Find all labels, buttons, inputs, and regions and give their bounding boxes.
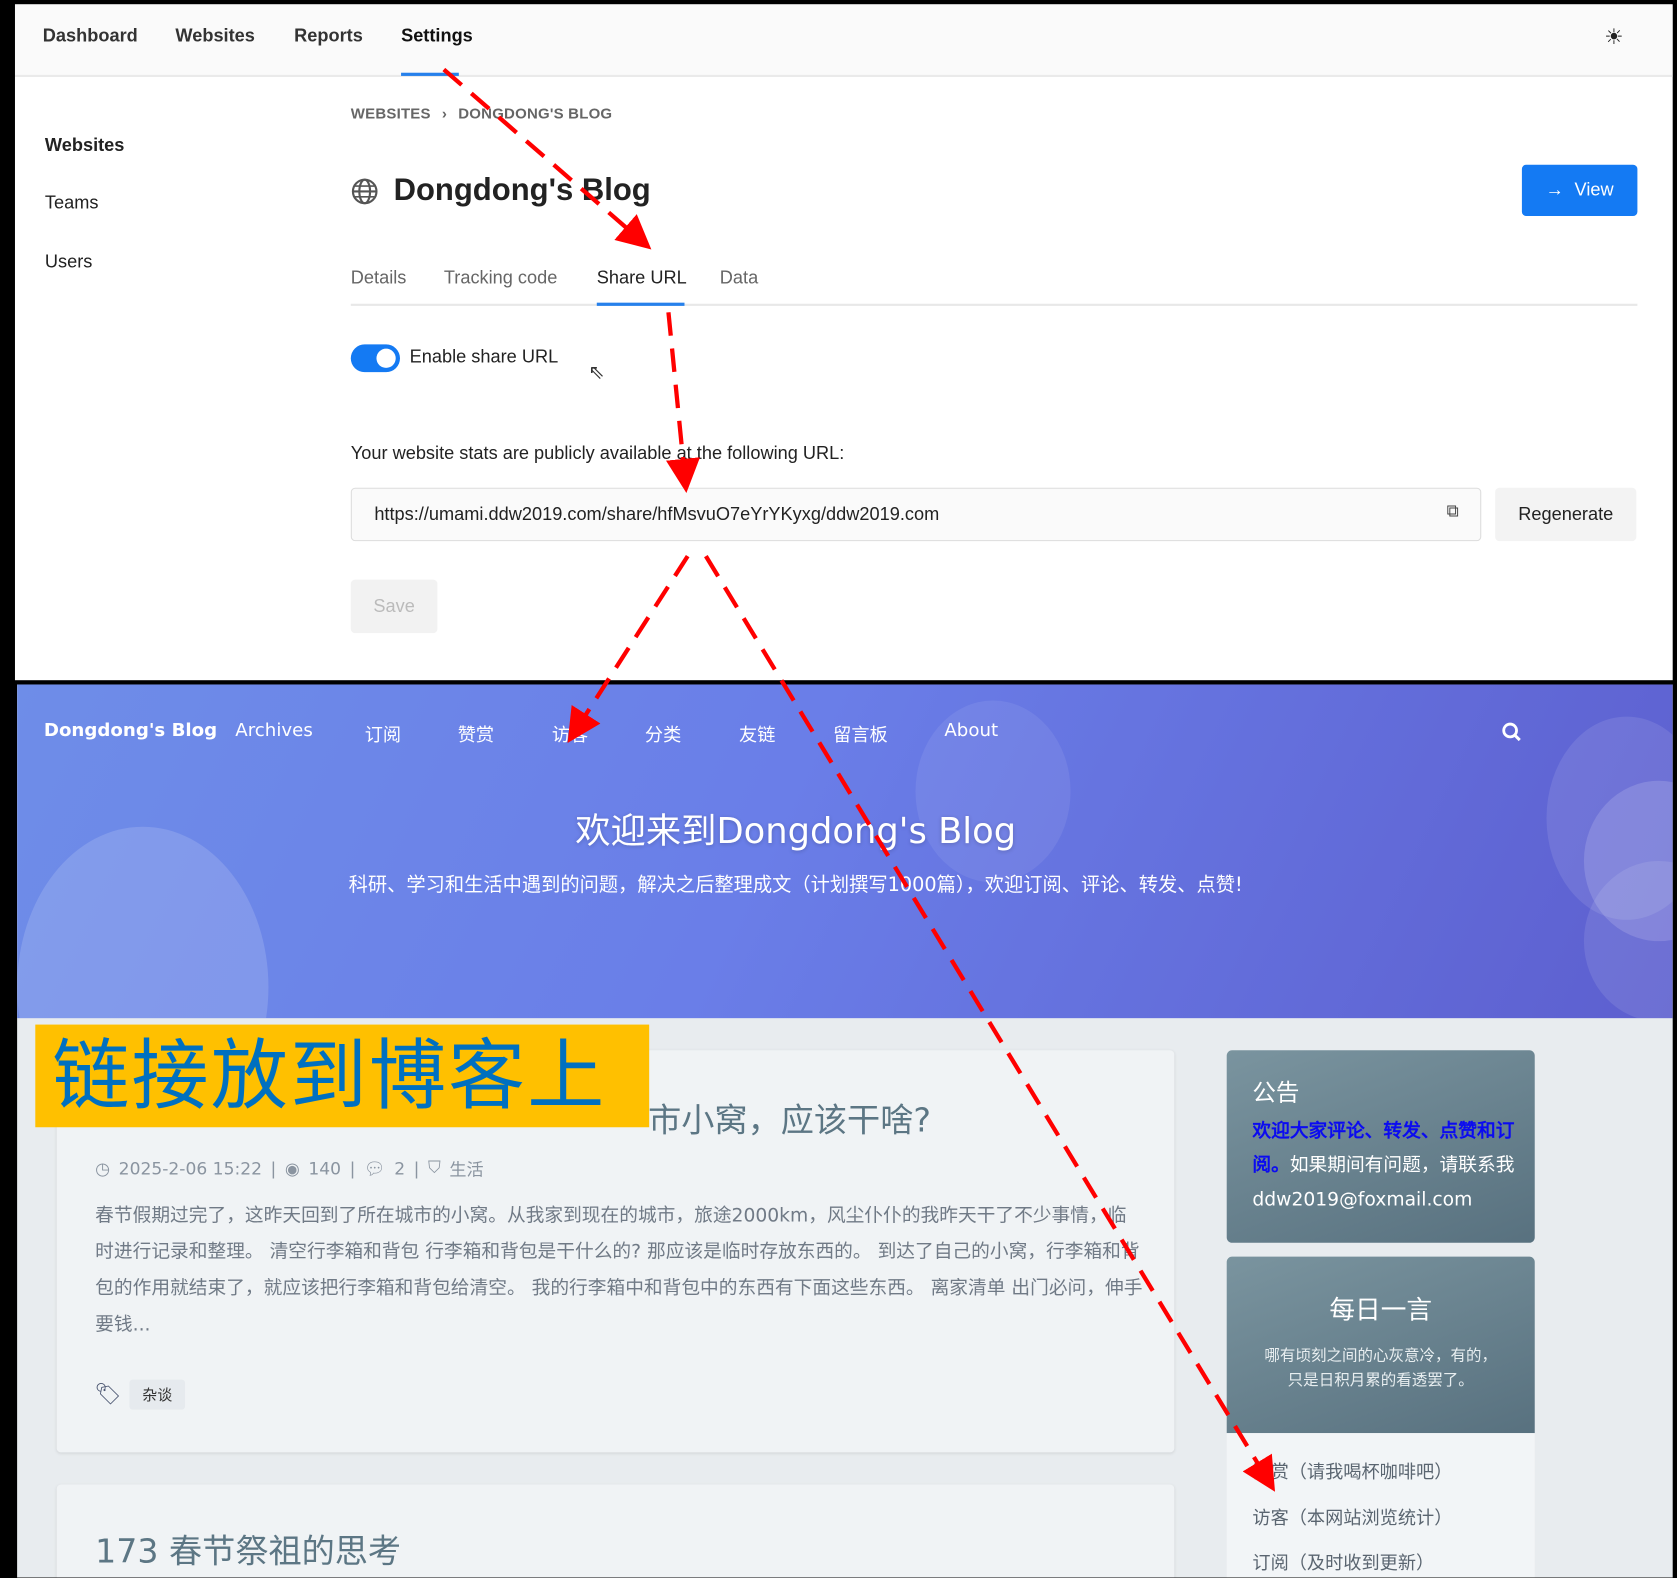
arrow-tab-to-url: [665, 312, 701, 493]
arrow-settings-to-share-tab: [442, 67, 652, 250]
arrow-url-to-nav-visitors: [567, 554, 690, 744]
arrow-url-to-visitors-link: [704, 555, 1276, 1492]
annotation-arrows: [442, 67, 1276, 1492]
